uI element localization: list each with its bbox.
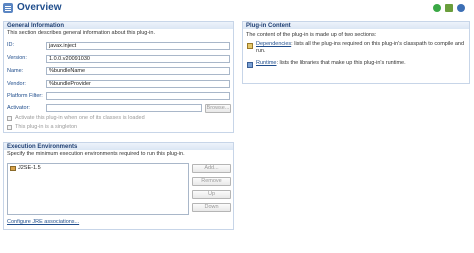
- name-field[interactable]: %bundleName: [46, 67, 230, 75]
- vendor-label: Vendor:: [7, 81, 26, 87]
- runtime-icon: [247, 62, 253, 68]
- vendor-field[interactable]: %bundleProvider: [46, 80, 230, 88]
- execution-env-section: Specify the minimum execution environmen…: [3, 150, 234, 230]
- id-field[interactable]: javax.inject: [46, 42, 230, 50]
- platform-filter-label: Platform Filter:: [7, 93, 43, 99]
- debug-icon[interactable]: [445, 4, 453, 12]
- remove-button[interactable]: Remove: [192, 177, 231, 186]
- plugin-content-header: Plug-in Content: [242, 21, 470, 29]
- add-button[interactable]: Add...: [192, 164, 231, 173]
- browse-button[interactable]: Browse...: [205, 104, 231, 113]
- platform-filter-field[interactable]: [46, 92, 230, 100]
- execution-env-description: Specify the minimum execution environmen…: [7, 151, 185, 157]
- execution-env-list[interactable]: J2SE-1.5: [7, 163, 189, 215]
- general-info-section: This section describes general informati…: [3, 29, 234, 133]
- singleton-checkbox[interactable]: [7, 125, 12, 130]
- runtime-text: : lists the libraries that make up this …: [276, 60, 406, 66]
- execution-env-header: Execution Environments: [3, 142, 234, 150]
- help-icon[interactable]: [457, 4, 465, 12]
- name-label: Name:: [7, 68, 24, 74]
- plugin-content-intro: The content of the plug-in is made up of…: [246, 32, 377, 38]
- configure-jre-link[interactable]: Configure JRE associations...: [7, 219, 79, 225]
- list-item[interactable]: J2SE-1.5: [18, 165, 41, 171]
- jre-icon: [10, 166, 16, 171]
- activator-field[interactable]: [46, 104, 202, 112]
- activate-checkbox[interactable]: [7, 116, 12, 121]
- dependencies-icon: [247, 43, 253, 49]
- page-title: Overview: [17, 2, 62, 13]
- activator-label: Activator:: [7, 105, 30, 111]
- runtime-entry: Runtime: lists the libraries that make u…: [256, 60, 468, 67]
- down-button[interactable]: Down: [192, 203, 231, 212]
- version-label: Version:: [7, 55, 27, 61]
- overview-icon: [3, 3, 13, 13]
- plugin-content-section: The content of the plug-in is made up of…: [242, 29, 470, 84]
- singleton-checkbox-label: This plug-in is a singleton: [15, 124, 78, 130]
- editor-header: Overview: [0, 0, 474, 19]
- general-info-header: General Information: [3, 21, 234, 29]
- run-icon[interactable]: [433, 4, 441, 12]
- up-button[interactable]: Up: [192, 190, 231, 199]
- general-info-description: This section describes general informati…: [7, 30, 155, 36]
- dependencies-entry: Dependencies: lists all the plug-ins req…: [256, 41, 468, 55]
- activate-checkbox-label: Activate this plug-in when one of its cl…: [15, 115, 145, 121]
- id-label: ID:: [7, 42, 15, 48]
- dependencies-link[interactable]: Dependencies: [256, 41, 291, 47]
- version-field[interactable]: 1.0.0.v20091030: [46, 55, 230, 63]
- runtime-link[interactable]: Runtime: [256, 60, 276, 66]
